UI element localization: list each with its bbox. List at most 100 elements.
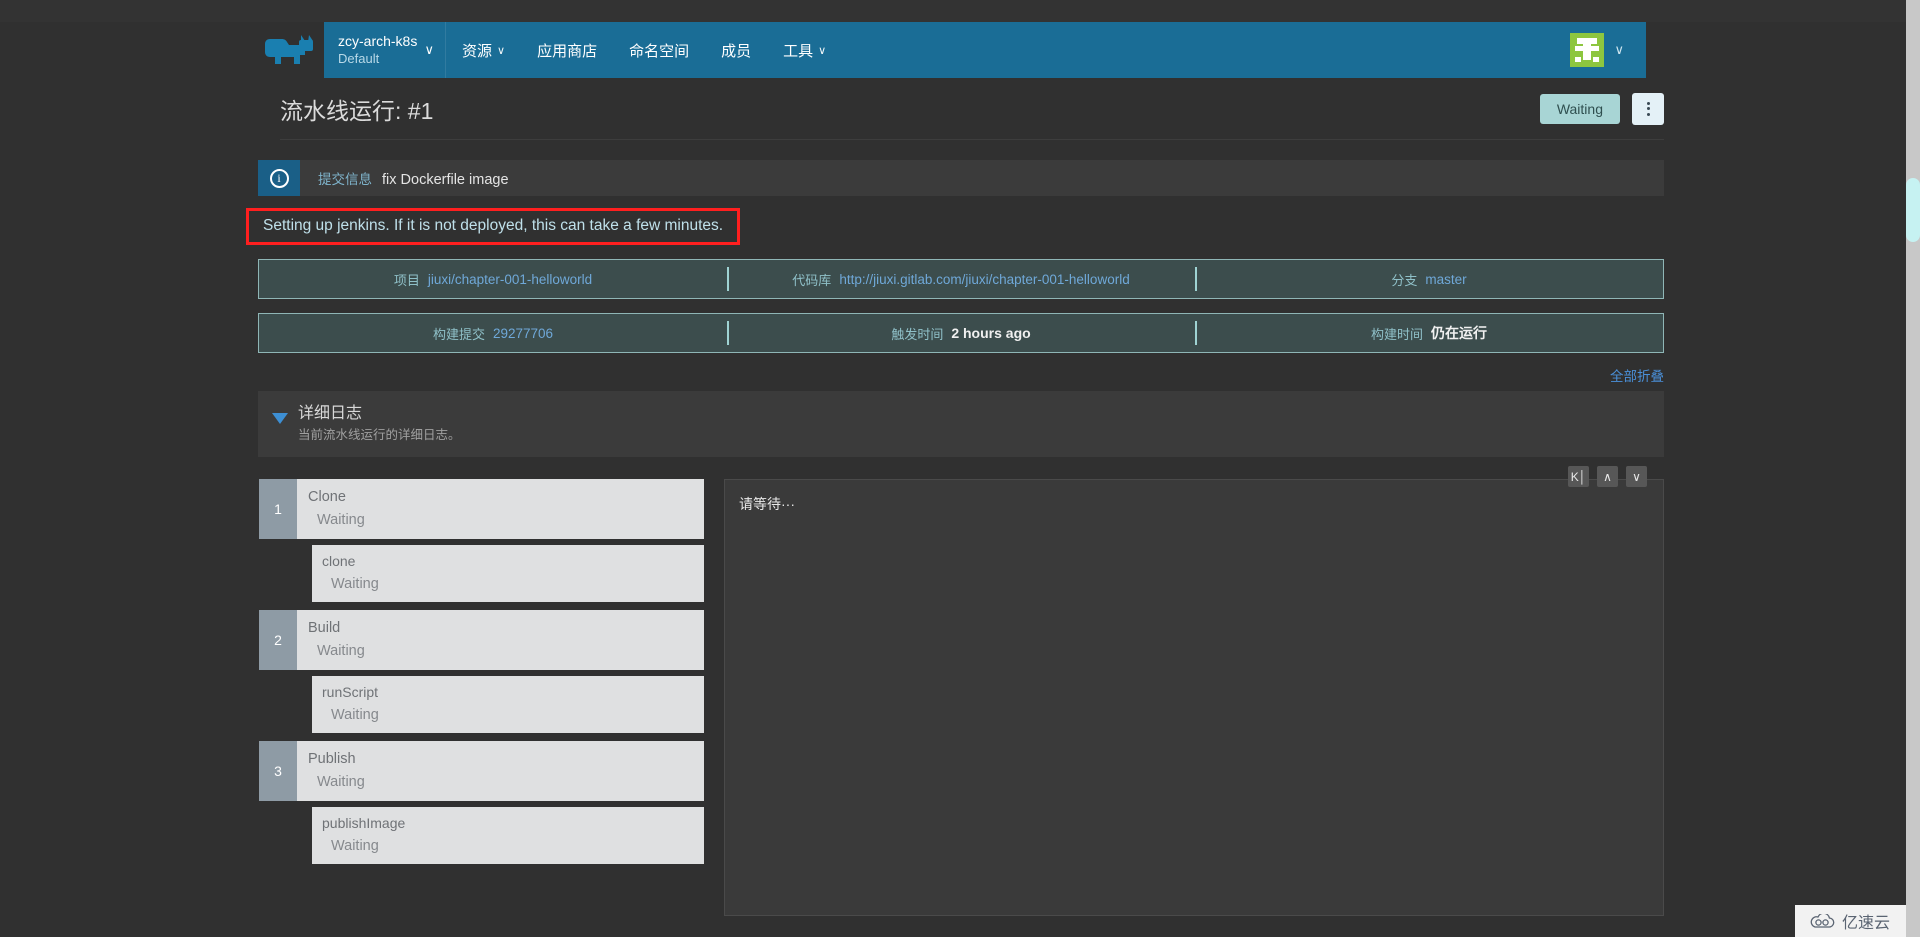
info-circle-icon: i bbox=[269, 168, 289, 188]
nav-item-members[interactable]: 成员 bbox=[705, 22, 767, 78]
user-menu[interactable]: ∨ bbox=[1570, 22, 1646, 78]
meta-value[interactable]: master bbox=[1425, 272, 1466, 287]
jump-to-top-button[interactable]: K│ bbox=[1568, 466, 1589, 487]
nav-item-label: 应用商店 bbox=[537, 42, 598, 60]
page-scrollbar-thumb[interactable] bbox=[1906, 178, 1920, 242]
nav-item-app-store[interactable]: 应用商店 bbox=[521, 22, 613, 78]
cloud-icon bbox=[1810, 913, 1835, 928]
watermark-text: 亿速云 bbox=[1841, 915, 1890, 932]
nav-item-label: 成员 bbox=[721, 42, 752, 60]
step-row[interactable]: publishImage Waiting bbox=[312, 807, 704, 864]
step-row[interactable]: clone Waiting bbox=[312, 545, 704, 602]
nav-item-label: 工具 bbox=[783, 42, 814, 60]
collapse-all-row: 全部折叠 bbox=[258, 365, 1664, 385]
chevron-down-icon: ∨ bbox=[1614, 42, 1624, 57]
triangle-down-icon[interactable] bbox=[272, 413, 288, 424]
step-name: runScript bbox=[322, 684, 379, 700]
stage-list: 1 Clone Waiting clone Waiting 2 Build Wa… bbox=[258, 479, 704, 916]
detail-log-title: 详细日志 bbox=[298, 405, 363, 422]
page-scrollbar[interactable] bbox=[1906, 0, 1920, 937]
step-status: Waiting bbox=[331, 576, 379, 592]
step-name: publishImage bbox=[322, 815, 406, 831]
meta-build-duration: 构建时间 仍在运行 bbox=[1195, 314, 1663, 352]
dot-icon bbox=[1646, 112, 1650, 116]
commit-info-text: 提交信息 fix Dockerfile image bbox=[300, 168, 509, 188]
ox-logo-icon bbox=[265, 35, 313, 64]
log-navigation-controls: K│ ∧ ∨ bbox=[1568, 466, 1647, 487]
dot-icon bbox=[1646, 107, 1650, 110]
log-output-text: 请等待··· bbox=[739, 496, 795, 512]
nav-item-namespaces[interactable]: 命名空间 bbox=[613, 22, 705, 78]
page-header-actions: Waiting bbox=[1539, 92, 1664, 125]
stage-row[interactable]: 3 Publish Waiting bbox=[259, 741, 704, 801]
meta-value: 仍在运行 bbox=[1431, 325, 1487, 341]
meta-value[interactable]: http://jiuxi.gitlab.com/jiuxi/chapter-00… bbox=[839, 272, 1129, 287]
chevron-down-icon: ∨ bbox=[497, 44, 506, 57]
page-header: 流水线运行: #1 Waiting bbox=[280, 78, 1664, 140]
meta-repository: 代码库 http://jiuxi.gitlab.com/jiuxi/chapte… bbox=[727, 260, 1195, 298]
watermark-badge: 亿速云 bbox=[1794, 905, 1906, 937]
dot-icon bbox=[1646, 101, 1650, 105]
chevron-down-icon: ∨ bbox=[424, 42, 434, 57]
meta-label: 构建提交 bbox=[432, 326, 485, 342]
step-name: clone bbox=[322, 553, 356, 569]
pipeline-panel: 1 Clone Waiting clone Waiting 2 Build Wa… bbox=[258, 457, 1664, 916]
window-top-strip bbox=[0, 0, 1920, 22]
nav-item-resources[interactable]: 资源 ∨ bbox=[446, 22, 521, 78]
meta-value[interactable]: jiuxi/chapter-001-helloworld bbox=[428, 272, 592, 287]
scroll-up-button[interactable]: ∧ bbox=[1597, 466, 1618, 487]
step-status: Waiting bbox=[331, 838, 379, 854]
page-content: 流水线运行: #1 Waiting i 提交信息 fix Dockerfile … bbox=[0, 78, 1920, 916]
nav-item-label: 资源 bbox=[462, 42, 493, 60]
stage-row[interactable]: 2 Build Waiting bbox=[259, 610, 704, 670]
pipeline-meta-row-2: 构建提交 29277706 触发时间 2 hours ago 构建时间 仍在运行 bbox=[258, 313, 1664, 353]
step-status: Waiting bbox=[331, 707, 379, 723]
scroll-down-button[interactable]: ∨ bbox=[1626, 466, 1647, 487]
stage-number: 2 bbox=[259, 610, 297, 670]
status-badge[interactable]: Waiting bbox=[1539, 93, 1620, 124]
stage-number: 3 bbox=[259, 741, 297, 801]
meta-label: 项目 bbox=[393, 272, 420, 288]
app-logo[interactable] bbox=[256, 22, 324, 78]
detail-log-heading-group: 详细日志 当前流水线运行的详细日志。 bbox=[298, 403, 461, 445]
commit-info-bar: i 提交信息 fix Dockerfile image bbox=[258, 160, 1664, 196]
pipeline-meta-row-1: 项目 jiuxi/chapter-001-helloworld 代码库 http… bbox=[258, 259, 1664, 299]
step-row[interactable]: runScript Waiting bbox=[312, 676, 704, 733]
meta-value[interactable]: 29277706 bbox=[493, 326, 553, 341]
avatar bbox=[1570, 33, 1605, 67]
meta-value: 2 hours ago bbox=[951, 325, 1031, 341]
meta-build-commit: 构建提交 29277706 bbox=[259, 314, 727, 352]
stage-status: Waiting bbox=[317, 643, 365, 659]
collapse-all-link[interactable]: 全部折叠 bbox=[1610, 365, 1664, 385]
stage-name: Clone bbox=[308, 489, 346, 505]
meta-project: 项目 jiuxi/chapter-001-helloworld bbox=[259, 260, 727, 298]
log-output-panel: K│ ∧ ∨ 请等待··· bbox=[724, 466, 1664, 916]
info-icon-container: i bbox=[258, 160, 300, 196]
nav-items: 资源 ∨ 应用商店 命名空间 成员 工具 ∨ bbox=[446, 22, 842, 78]
setup-notice-wrapper: Setting up jenkins. If it is not deploye… bbox=[246, 208, 1664, 245]
detail-log-subtitle: 当前流水线运行的详细日志。 bbox=[298, 428, 461, 442]
meta-trigger-time: 触发时间 2 hours ago bbox=[727, 314, 1195, 352]
chevron-down-icon: ∨ bbox=[818, 44, 827, 57]
more-actions-button[interactable] bbox=[1632, 92, 1664, 125]
main-navigation-bar: zcy-arch-k8s Default ∨ 资源 ∨ 应用商店 命名空间 成员… bbox=[256, 22, 1646, 78]
page-title: 流水线运行: #1 bbox=[280, 97, 434, 124]
stage-name: Build bbox=[308, 620, 341, 636]
stage-body: Publish Waiting bbox=[297, 741, 704, 801]
commit-message-value: fix Dockerfile image bbox=[382, 172, 509, 188]
stage-status: Waiting bbox=[317, 774, 365, 790]
cluster-selector[interactable]: zcy-arch-k8s Default ∨ bbox=[324, 22, 446, 78]
nav-item-tools[interactable]: 工具 ∨ bbox=[767, 22, 842, 78]
stage-number: 1 bbox=[259, 479, 297, 539]
stage-status: Waiting bbox=[317, 512, 365, 528]
stage-body: Clone Waiting bbox=[297, 479, 704, 539]
meta-label: 触发时间 bbox=[891, 326, 944, 342]
nav-item-label: 命名空间 bbox=[629, 42, 690, 60]
meta-label: 代码库 bbox=[792, 272, 832, 288]
detail-log-section-header: 详细日志 当前流水线运行的详细日志。 bbox=[258, 391, 1664, 457]
stage-row[interactable]: 1 Clone Waiting bbox=[259, 479, 704, 539]
stage-body: Build Waiting bbox=[297, 610, 704, 670]
meta-label: 构建时间 bbox=[1370, 326, 1423, 342]
setup-notice: Setting up jenkins. If it is not deploye… bbox=[246, 208, 741, 245]
